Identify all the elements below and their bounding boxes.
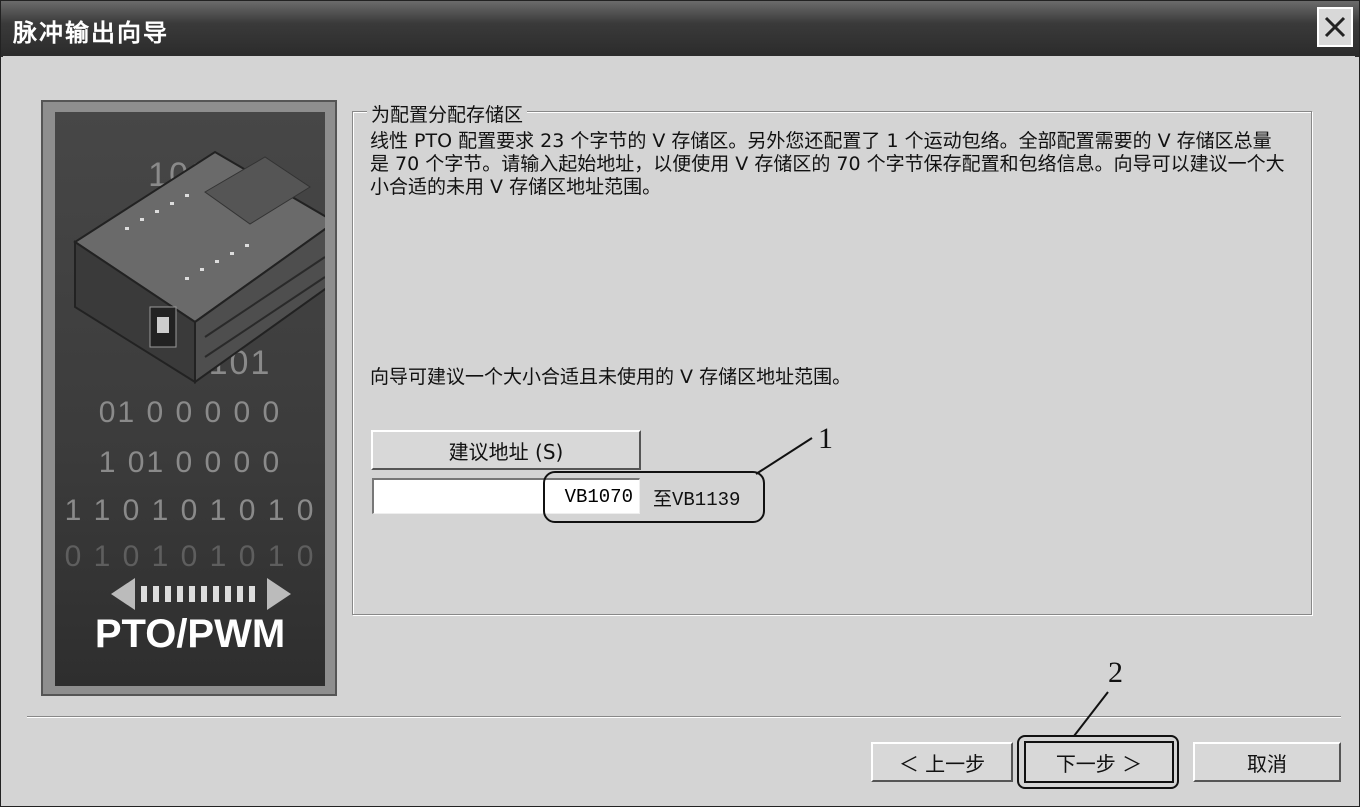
callout-label-1: 1 — [818, 422, 833, 455]
window-title: 脉冲输出向导 — [13, 19, 169, 47]
wizard-image-panel: 1001 1 101 01 0 0 0 0 0 1 01 0 0 0 0 1 1… — [41, 100, 337, 696]
description-text: 线性 PTO 配置要求 23 个字节的 V 存储区。另外您还配置了 1 个运动包… — [370, 130, 1285, 198]
footer-separator — [27, 716, 1341, 718]
binary-row: 1 01 0 0 0 0 — [98, 446, 282, 479]
suggest-hint-text: 向导可建议一个大小合适且未使用的 V 存储区地址范围。 — [370, 366, 852, 388]
binary-row: 01 0 0 0 0 0 — [98, 396, 282, 429]
callout-box-1 — [543, 471, 765, 523]
plc-device-icon — [73, 150, 325, 384]
callout-box-2 — [1017, 735, 1179, 789]
double-arrow-icon — [111, 578, 291, 610]
back-button[interactable]: ＜ 上一步 — [871, 742, 1013, 782]
cancel-button[interactable]: 取消 — [1193, 742, 1341, 782]
title-bar: 脉冲输出向导 — [1, 1, 1359, 57]
pto-pwm-caption: PTO/PWM — [94, 612, 286, 656]
binary-row: 1 1 0 1 0 1 0 1 0 — [64, 494, 316, 527]
group-title: 为配置分配存储区 — [367, 100, 528, 127]
close-button[interactable] — [1317, 7, 1353, 47]
suggest-address-button[interactable]: 建议地址 (S) — [371, 430, 641, 470]
binary-row: 0 1 0 1 0 1 0 1 0 — [64, 540, 316, 573]
callout-label-2: 2 — [1108, 656, 1123, 689]
pto-pwm-illustration: 1001 1 101 01 0 0 0 0 0 1 01 0 0 0 0 1 1… — [55, 112, 325, 686]
close-icon — [1324, 16, 1346, 38]
wizard-client-area: 1001 1 101 01 0 0 0 0 0 1 01 0 0 0 0 1 1… — [3, 56, 1355, 802]
